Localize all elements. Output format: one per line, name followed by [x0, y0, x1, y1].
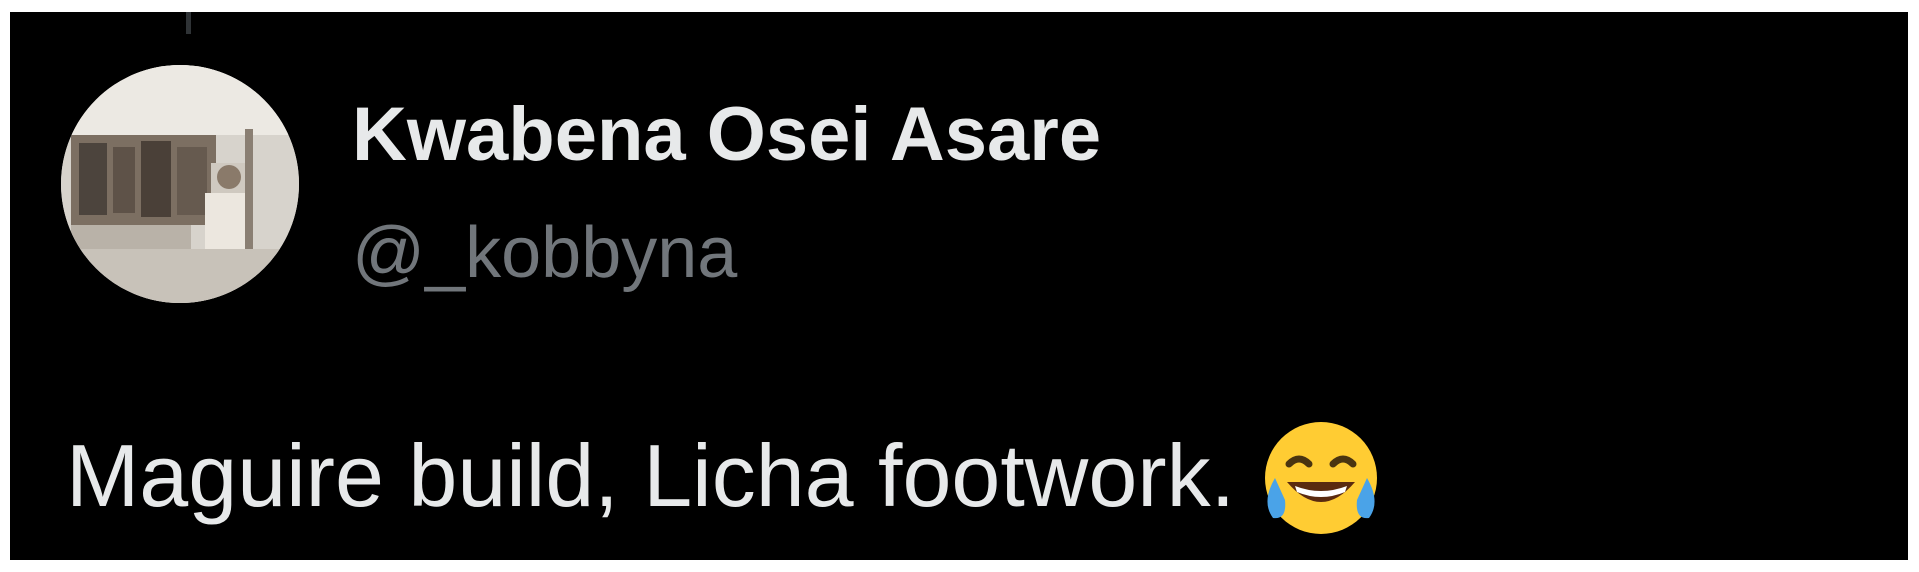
author-display-name[interactable]: Kwabena Osei Asare — [352, 90, 1101, 180]
tweet-card[interactable]: Kwabena Osei Asare @_kobbyna Maguire bui… — [10, 12, 1908, 560]
author-handle[interactable]: @_kobbyna — [352, 210, 737, 296]
thread-connector-line — [186, 12, 191, 34]
tweet-text: Maguire build, Licha footwork. — [66, 426, 1236, 525]
tweet-body: Maguire build, Licha footwork. — [66, 414, 1383, 538]
avatar-image-icon — [61, 65, 299, 303]
user-avatar[interactable] — [61, 65, 299, 303]
face-with-tears-of-joy-icon — [1259, 416, 1383, 540]
screenshot-page: Kwabena Osei Asare @_kobbyna Maguire bui… — [0, 0, 1919, 572]
